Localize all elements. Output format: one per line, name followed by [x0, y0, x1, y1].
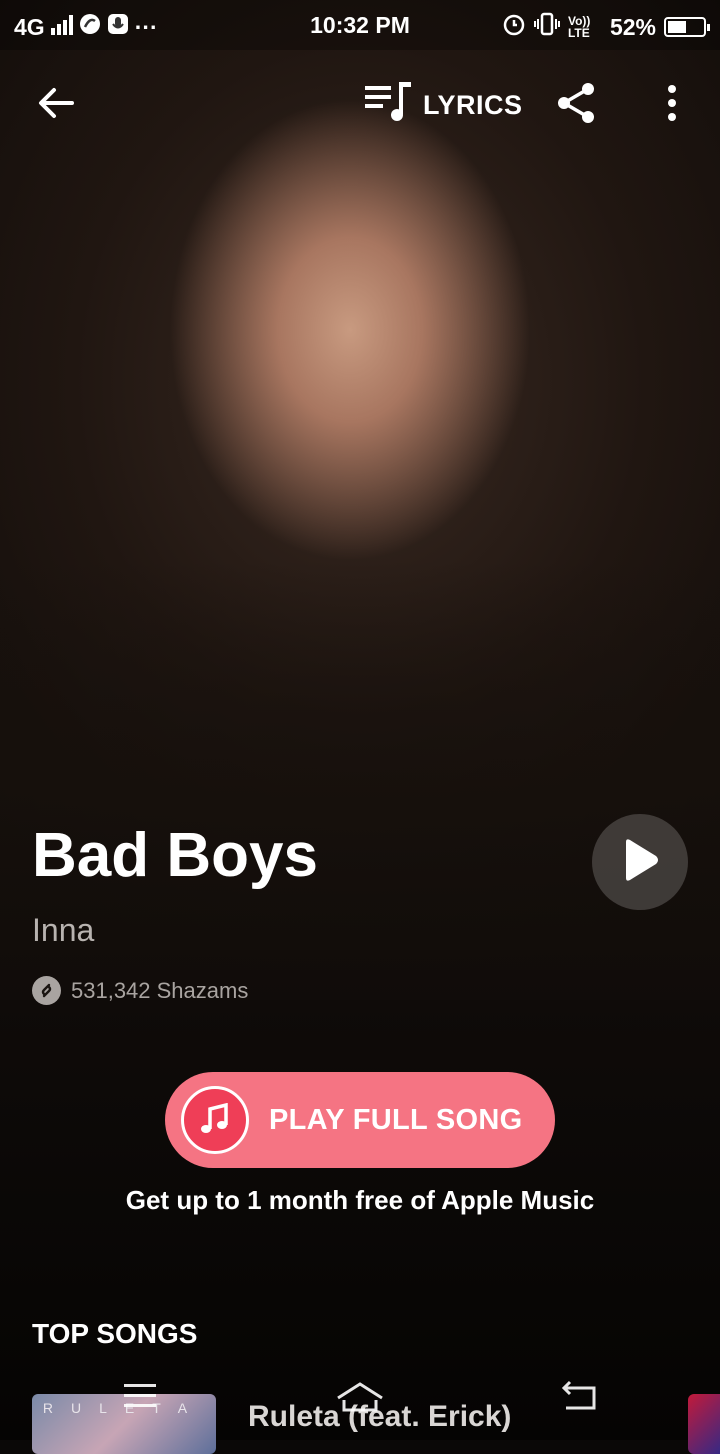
- battery-icon: [664, 17, 710, 37]
- artist-name[interactable]: Inna: [32, 912, 94, 949]
- status-right: Vo)) LTE 52%: [502, 12, 710, 42]
- battery-fill: [668, 21, 686, 33]
- back-arrow-icon: [38, 87, 74, 124]
- vibrate-icon: [533, 12, 560, 42]
- status-bar: 4G ··· 10:32 PM Vo)) LTE 52%: [0, 0, 720, 50]
- back-icon: [560, 1380, 598, 1416]
- shazam-count: 531,342 Shazams: [32, 976, 248, 1005]
- more-options-button[interactable]: [654, 80, 690, 130]
- lyrics-label: LYRICS: [423, 89, 523, 120]
- alarm-icon: [502, 12, 526, 42]
- share-icon: [556, 82, 596, 129]
- top-songs-heading: TOP SONGS: [32, 1318, 198, 1349]
- home-icon: [336, 1382, 384, 1418]
- back-button[interactable]: [30, 82, 82, 128]
- lyrics-icon: [365, 81, 413, 129]
- system-nav-bar: [0, 1370, 720, 1440]
- song-title: Bad Boys: [32, 821, 318, 890]
- system-back-button[interactable]: [560, 1380, 598, 1417]
- toolbar: LYRICS: [0, 70, 720, 140]
- apple-music-promo: Get up to 1 month free of Apple Music: [125, 1185, 595, 1215]
- shazam-count-label: 531,342 Shazams: [71, 977, 249, 1003]
- more-vert-icon: [667, 84, 677, 126]
- play-full-song-button[interactable]: PLAY FULL SONG: [165, 1072, 555, 1168]
- play-preview-button[interactable]: [592, 814, 688, 910]
- home-button[interactable]: [336, 1380, 384, 1419]
- menu-icon: [122, 1384, 158, 1414]
- play-icon: [620, 838, 660, 887]
- shazam-icon: [32, 976, 61, 1005]
- lyrics-button[interactable]: LYRICS: [365, 81, 523, 129]
- volte-icon: Vo)) LTE: [567, 14, 591, 40]
- play-full-song-label: PLAY FULL SONG: [269, 1103, 523, 1136]
- battery-percent: 52%: [609, 13, 656, 40]
- apple-music-icon: [181, 1086, 249, 1154]
- menu-button[interactable]: [122, 1380, 158, 1415]
- share-button[interactable]: [552, 80, 600, 130]
